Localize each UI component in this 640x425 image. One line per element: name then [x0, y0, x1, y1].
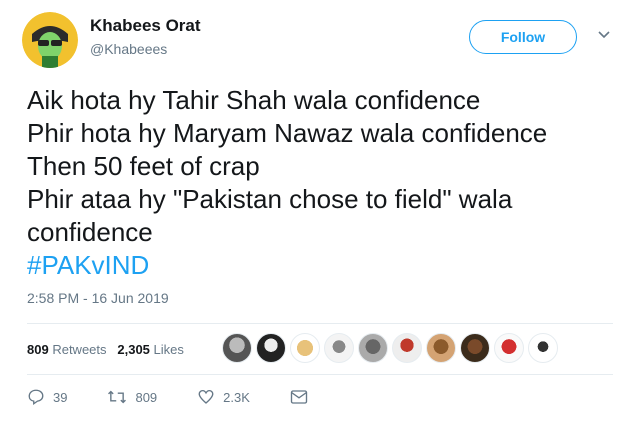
follow-button[interactable]: Follow	[469, 20, 577, 54]
display-name[interactable]: Khabees Orat	[90, 16, 201, 36]
tweet-line: Aik hota hy Tahir Shah wala confidence	[27, 85, 481, 115]
tweet-timestamp[interactable]: 2:58 PM - 16 Jun 2019	[27, 290, 169, 306]
retweet-count: 809	[135, 389, 158, 405]
liker-avatar[interactable]	[528, 333, 558, 363]
retweets-stat[interactable]: 809 Retweets	[27, 342, 107, 357]
likes-count: 2,305	[117, 342, 150, 357]
user-avatar-icon	[22, 12, 78, 68]
reply-button[interactable]: 39	[27, 388, 67, 406]
like-count: 2.3K	[223, 389, 250, 405]
like-button[interactable]: 2.3K	[197, 388, 250, 406]
liker-avatar[interactable]	[358, 333, 388, 363]
retweets-count: 809	[27, 342, 49, 357]
liker-avatar[interactable]	[426, 333, 456, 363]
avatar[interactable]	[22, 12, 78, 68]
reply-icon	[28, 389, 44, 406]
liker-avatar[interactable]	[392, 333, 422, 363]
retweet-icon	[108, 390, 127, 404]
chevron-down-icon[interactable]	[598, 30, 610, 40]
liker-avatar[interactable]	[494, 333, 524, 363]
divider	[27, 323, 613, 324]
liker-avatar[interactable]	[324, 333, 354, 363]
retweets-label: Retweets	[52, 342, 107, 357]
tweet-line: Then 50 feet of crap	[27, 151, 260, 181]
user-handle[interactable]: @Khabeees	[90, 41, 167, 57]
tweet-actions: 39 809 2.3K	[27, 388, 348, 406]
engagement-stats: 809 Retweets 2,305 Likes	[27, 342, 184, 357]
tweet-line: confidence	[27, 217, 153, 247]
liker-avatar[interactable]	[256, 333, 286, 363]
direct-message-button[interactable]	[290, 389, 308, 405]
heart-icon	[198, 389, 214, 404]
retweet-button[interactable]: 809	[107, 388, 157, 406]
likes-label: Likes	[153, 342, 184, 357]
reply-count: 39	[53, 389, 68, 405]
tweet-line: Phir hota hy Maryam Nawaz wala confidenc…	[27, 118, 548, 148]
likes-stat[interactable]: 2,305 Likes	[117, 342, 184, 357]
divider	[27, 374, 613, 375]
envelope-icon	[290, 390, 308, 404]
hashtag-link[interactable]: #PAKvIND	[27, 249, 627, 282]
likers-avatars	[222, 333, 558, 363]
liker-avatar[interactable]	[222, 333, 252, 363]
liker-avatar[interactable]	[460, 333, 490, 363]
tweet-line: Phir ataa hy "Pakistan chose to field" w…	[27, 184, 513, 214]
tweet-text: Aik hota hy Tahir Shah wala confidence P…	[27, 84, 627, 282]
liker-avatar[interactable]	[290, 333, 320, 363]
